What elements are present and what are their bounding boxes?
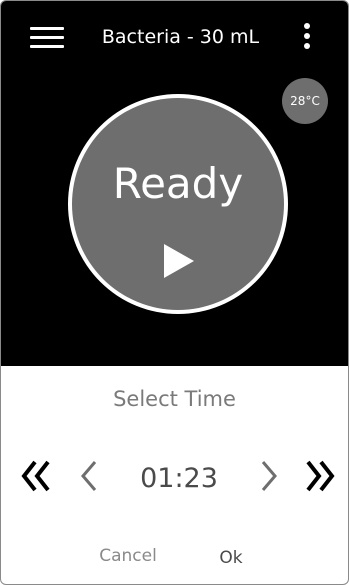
top-panel: Bacteria - 30 mL 28°C Ready bbox=[1, 1, 348, 366]
vertical-dots-icon[interactable] bbox=[299, 23, 315, 53]
select-time-label: Select Time bbox=[113, 387, 236, 411]
play-icon bbox=[164, 244, 194, 278]
double-chevron-left-icon[interactable] bbox=[21, 459, 51, 493]
temperature-badge: 28°C bbox=[282, 78, 328, 124]
chevron-right-icon[interactable] bbox=[259, 459, 279, 493]
cancel-button[interactable]: Cancel bbox=[91, 543, 165, 569]
double-chevron-right-icon[interactable] bbox=[305, 459, 335, 493]
ready-start-button[interactable]: Ready bbox=[72, 98, 284, 310]
dot bbox=[304, 33, 310, 39]
ready-label: Ready bbox=[112, 159, 244, 208]
page-title: Bacteria - 30 mL bbox=[101, 26, 260, 48]
hamburger-menu-icon[interactable] bbox=[30, 25, 64, 49]
menu-bar bbox=[30, 45, 64, 48]
menu-bar bbox=[30, 36, 64, 39]
menu-bar bbox=[30, 27, 64, 30]
dot bbox=[304, 23, 310, 29]
dot bbox=[304, 43, 310, 49]
app-screen: Bacteria - 30 mL 28°C Ready Select Time … bbox=[0, 0, 349, 585]
time-value[interactable]: 01:23 bbox=[119, 461, 239, 497]
chevron-left-icon[interactable] bbox=[79, 459, 99, 493]
ok-button[interactable]: Ok bbox=[209, 545, 253, 571]
